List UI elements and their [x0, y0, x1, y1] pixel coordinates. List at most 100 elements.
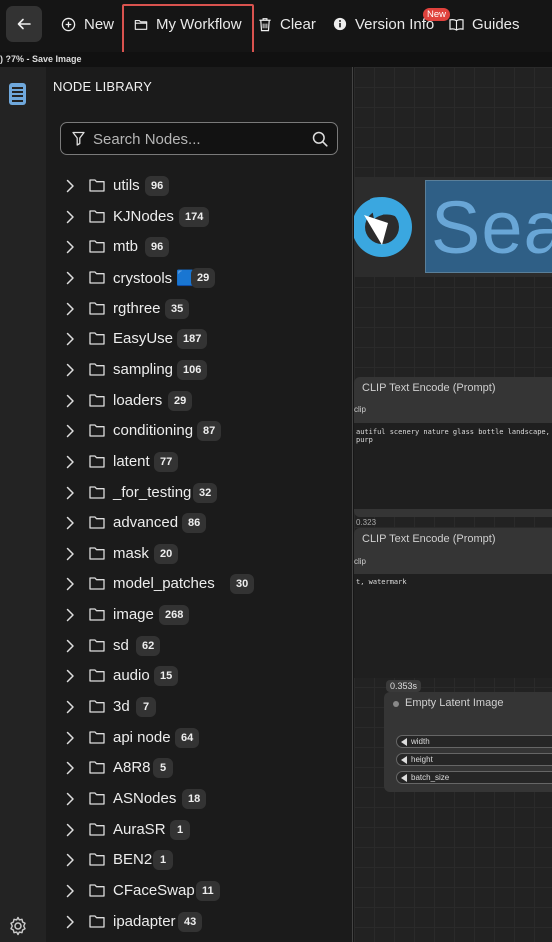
search-nodes-input[interactable]: Search Nodes...	[60, 122, 338, 155]
clear-label: Clear	[280, 15, 316, 33]
node-count-badge: 268	[159, 605, 190, 626]
tree-item-ipadapter[interactable]: ipadapter 43	[46, 907, 352, 937]
new-label: New	[84, 15, 115, 33]
chevron-right-icon[interactable]	[66, 486, 75, 500]
tree-item-advanced[interactable]: advanced 86	[46, 508, 352, 538]
folder-icon	[89, 455, 105, 468]
chevron-right-icon[interactable]	[66, 731, 75, 745]
chevron-right-icon[interactable]	[66, 516, 75, 530]
node-count-badge: 187	[177, 329, 208, 350]
chevron-right-icon[interactable]	[66, 792, 75, 806]
new-badge: New	[423, 8, 451, 21]
node-count-badge: 87	[197, 421, 222, 442]
height-widget[interactable]: height	[396, 753, 552, 766]
decrement-arrow-icon[interactable]	[401, 774, 407, 782]
chevron-right-icon[interactable]	[66, 179, 75, 193]
filter-icon[interactable]	[72, 131, 85, 146]
chevron-right-icon[interactable]	[66, 455, 75, 469]
tree-item-crystools[interactable]: crystools 🟦 29	[46, 263, 352, 293]
empty-latent-image-node[interactable]: Empty Latent Image width height batch_si…	[384, 692, 552, 792]
tree-item-easyuse[interactable]: EasyUse 187	[46, 324, 352, 354]
node-count-badge: 35	[165, 298, 190, 319]
decrement-arrow-icon[interactable]	[401, 756, 407, 764]
node-library-tab[interactable]	[6, 81, 30, 109]
chevron-right-icon[interactable]	[66, 884, 75, 898]
info-icon	[333, 17, 347, 31]
back-button[interactable]	[6, 6, 42, 42]
version-info-button[interactable]: Version Info	[333, 0, 434, 48]
tree-item-image[interactable]: image 268	[46, 600, 352, 630]
chevron-right-icon[interactable]	[66, 823, 75, 837]
folder-icon	[89, 240, 105, 253]
width-widget[interactable]: width	[396, 735, 552, 748]
folder-icon	[89, 822, 105, 836]
chevron-right-icon[interactable]	[66, 302, 75, 316]
tree-item-sampling[interactable]: sampling 106	[46, 355, 352, 385]
chevron-right-icon[interactable]	[66, 761, 75, 775]
tree-item-a8r8[interactable]: A8R8 5	[46, 753, 352, 783]
node-time-1: 0.323	[356, 518, 377, 527]
clip-text-encode-node-1[interactable]: CLIP Text Encode (Prompt) clip autiful s…	[354, 377, 552, 517]
tree-item-label: loaders	[113, 391, 163, 409]
chevron-right-icon[interactable]	[66, 700, 75, 714]
tree-item-sd[interactable]: sd 62	[46, 631, 352, 661]
chevron-right-icon[interactable]	[66, 332, 75, 346]
clear-button[interactable]: Clear	[258, 0, 316, 48]
tree-item-label: AuraSR	[113, 820, 166, 838]
tree-item-rgthree[interactable]: rgthree 35	[46, 294, 352, 324]
tree-item-cfaceswap[interactable]: CFaceSwap 11	[46, 876, 352, 906]
tree-item-label: utils	[113, 177, 140, 194]
tree-item-label: image	[113, 606, 154, 624]
tree-item-for-testing[interactable]: _for_testing 32	[46, 478, 352, 508]
tree-item-mtb[interactable]: mtb 96	[46, 232, 352, 262]
prompt-textarea[interactable]: t, watermark	[354, 574, 552, 678]
chevron-right-icon[interactable]	[66, 577, 75, 591]
chevron-right-icon[interactable]	[66, 210, 75, 224]
chevron-right-icon[interactable]	[66, 639, 75, 653]
workflow-canvas[interactable]: Sea CLIP Text Encode (Prompt) clip autif…	[354, 67, 552, 942]
chevron-right-icon[interactable]	[66, 853, 75, 867]
tree-item-aurasr[interactable]: AuraSR 1	[46, 815, 352, 845]
node-count-badge: 62	[136, 635, 161, 656]
tree-item-label: A8R8	[113, 759, 151, 777]
chevron-right-icon[interactable]	[66, 915, 75, 929]
node-input-clip[interactable]: clip	[354, 405, 366, 414]
node-library-panel: NODE LIBRARY Search Nodes... utils 96 KJNo…	[46, 67, 353, 942]
tree-item-ben2[interactable]: BEN2 1	[46, 845, 352, 875]
chevron-right-icon[interactable]	[66, 363, 75, 377]
logo-text: Sea	[431, 186, 552, 269]
node-count-badge: 86	[182, 513, 207, 534]
node-title: CLIP Text Encode (Prompt)	[362, 533, 496, 545]
folder-icon	[89, 608, 105, 621]
tree-item-model-patches[interactable]: model_patches 30	[46, 569, 352, 599]
clip-text-encode-node-2[interactable]: CLIP Text Encode (Prompt) clip t, waterm…	[354, 528, 552, 678]
chevron-right-icon[interactable]	[66, 608, 75, 622]
tree-item-asnodes[interactable]: ASNodes 18	[46, 784, 352, 814]
tree-item-mask[interactable]: mask 20	[46, 539, 352, 569]
new-workflow-button[interactable]: New	[61, 0, 114, 48]
guides-button[interactable]: Guides	[449, 0, 520, 48]
chevron-right-icon[interactable]	[66, 547, 75, 561]
tree-item-loaders[interactable]: loaders 29	[46, 386, 352, 416]
tree-item-3d[interactable]: 3d 7	[46, 692, 352, 722]
prompt-textarea[interactable]: autiful scenery nature glass bottle land…	[354, 423, 552, 509]
chevron-right-icon[interactable]	[66, 669, 75, 683]
tree-item-latent[interactable]: latent 77	[46, 447, 352, 477]
folder-icon	[89, 393, 105, 407]
settings-button[interactable]	[8, 916, 28, 941]
chevron-right-icon[interactable]	[66, 394, 75, 408]
chevron-right-icon[interactable]	[66, 271, 75, 285]
chevron-right-icon[interactable]	[66, 424, 75, 438]
folder-icon	[89, 485, 105, 499]
tree-item-utils[interactable]: utils 96	[46, 171, 352, 201]
tree-item-conditioning[interactable]: conditioning 87	[46, 416, 352, 446]
batch-size-widget[interactable]: batch_size	[396, 771, 552, 784]
decrement-arrow-icon[interactable]	[401, 738, 407, 746]
tree-item-audio[interactable]: audio 15	[46, 661, 352, 691]
tree-item-kjnodes[interactable]: KJNodes 174	[46, 202, 352, 232]
tree-item-label: crystools 🟦	[113, 269, 196, 287]
tree-item-api-node[interactable]: api node 64	[46, 723, 352, 753]
tree-item-label: CFaceSwap	[113, 881, 195, 899]
chevron-right-icon[interactable]	[66, 240, 75, 254]
node-input-clip[interactable]: clip	[354, 557, 366, 566]
